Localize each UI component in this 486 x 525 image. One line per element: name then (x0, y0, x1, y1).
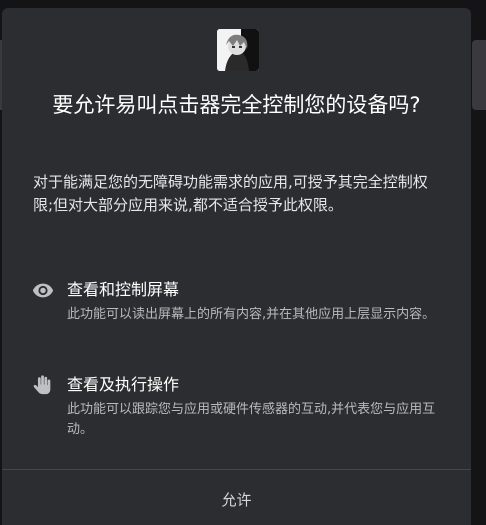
dialog-description: 对于能满足您的无障碍功能需求的应用,可授予其完全控制权限;但对大部分应用来说,都… (33, 173, 428, 214)
screen: 要允许易叫点击器完全控制您的设备吗? 对于能满足您的无障碍功能需求的应用,可授予… (0, 0, 486, 525)
permission-title: 查看和控制屏幕 (67, 280, 180, 299)
eye-icon (32, 279, 54, 301)
background-app-edge-right (472, 40, 486, 110)
permission-description: 此功能可以跟踪您与应用或硬件传感器的互动,并代表您与应用互动。 (67, 402, 436, 437)
allow-button[interactable]: 允许 (2, 470, 471, 525)
app-avatar-icon (217, 29, 259, 71)
permission-description: 此功能可以读出屏幕上的所有内容,并在其他应用上层显示内容。 (67, 307, 436, 322)
permission-title: 查看及执行操作 (67, 375, 180, 394)
hand-icon (32, 374, 54, 396)
permission-dialog: 要允许易叫点击器完全控制您的设备吗? 对于能满足您的无障碍功能需求的应用,可授予… (2, 8, 471, 525)
dialog-title: 要允许易叫点击器完全控制您的设备吗? (52, 93, 421, 117)
